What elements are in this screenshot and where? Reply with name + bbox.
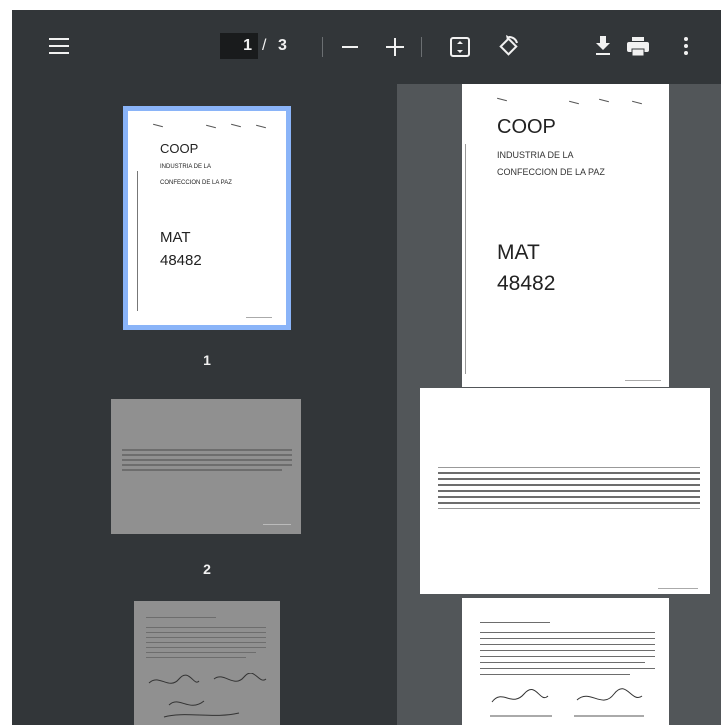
scan-text-line [438, 478, 700, 480]
signature-marks [490, 688, 644, 717]
menu-icon[interactable] [49, 38, 69, 54]
scan-text-line [146, 637, 266, 638]
scan-footer [658, 588, 698, 589]
zoom-out-icon[interactable] [342, 46, 358, 48]
page-separator: / [262, 37, 267, 54]
scan-edge [465, 144, 466, 374]
scan-text-line [146, 617, 216, 618]
scan-edge [137, 171, 138, 311]
line1-text: INDUSTRIA DE LA [497, 150, 574, 160]
thumb-line1-text: INDUSTRIA DE LA [160, 164, 212, 170]
total-pages: 3 [278, 37, 287, 54]
scan-mark [231, 123, 241, 128]
line2-text: CONFECCION DE LA PAZ [497, 167, 605, 177]
thumb-mat-number: 48482 [160, 252, 202, 269]
scan-text-line [438, 490, 700, 492]
coop-text: COOP [497, 116, 556, 138]
fit-to-page-icon[interactable] [450, 37, 470, 62]
rotate-icon[interactable] [498, 35, 520, 62]
document-page-2 [420, 388, 710, 594]
document-viewer: COOP INDUSTRIA DE LA CONFECCION DE LA PA… [397, 84, 721, 725]
scan-text-line [480, 650, 655, 651]
scan-text-line [146, 657, 246, 658]
scan-mark [497, 97, 507, 102]
scan-text-line [146, 652, 256, 653]
scan-text-line [480, 656, 655, 657]
scan-text-line [122, 459, 292, 461]
scan-text-line [146, 642, 266, 643]
scan-text-line [438, 508, 700, 509]
page-number-input[interactable] [220, 33, 258, 59]
toolbar-divider [322, 37, 323, 57]
scan-mark [256, 124, 266, 129]
scan-text-line [122, 469, 282, 471]
thumb-line2-text: CONFECCION DE LA PAZ [160, 180, 232, 186]
scan-footer [246, 317, 272, 318]
scan-text-line [480, 674, 630, 675]
scan-text-line [480, 622, 550, 623]
scan-text-line [146, 632, 266, 633]
scan-text-line [438, 502, 700, 504]
scan-text-line [480, 662, 645, 663]
scan-text-line [438, 496, 700, 498]
signature-marks [148, 673, 267, 718]
scan-mark [153, 123, 163, 128]
pdf-viewer: / 3 [12, 10, 721, 725]
scan-mark [599, 98, 609, 103]
more-options-icon[interactable] [683, 37, 689, 60]
thumbnail-label-1: 1 [203, 352, 211, 368]
scan-mark [206, 124, 216, 129]
scan-text-line [122, 449, 292, 451]
scan-text-line [480, 632, 655, 633]
scan-text-line [146, 627, 266, 628]
thumbnail-page-1[interactable]: COOP INDUSTRIA DE LA CONFECCION DE LA PA… [123, 106, 291, 330]
mat-text: MAT [497, 241, 540, 264]
download-icon[interactable] [594, 36, 612, 61]
thumbnail-page-3[interactable] [134, 601, 280, 725]
scan-footer [263, 524, 291, 525]
toolbar: / 3 [12, 10, 721, 84]
scan-text-line [480, 644, 655, 645]
scan-mark [632, 100, 642, 105]
scan-text-line [480, 668, 655, 669]
scan-text-line [146, 647, 266, 648]
thumb-coop-text: COOP [160, 141, 199, 156]
scan-text-line [438, 467, 700, 468]
scan-text-line [480, 638, 655, 639]
scan-mark [569, 100, 579, 105]
scan-text-line [438, 472, 700, 474]
document-page-1: COOP INDUSTRIA DE LA CONFECCION DE LA PA… [462, 84, 669, 387]
mat-number: 48482 [497, 272, 556, 295]
thumbnail-label-2: 2 [203, 561, 211, 577]
print-icon[interactable] [627, 37, 649, 62]
document-page-3 [462, 598, 669, 725]
thumbnail-sidebar: COOP INDUSTRIA DE LA CONFECCION DE LA PA… [12, 84, 413, 725]
thumbnail-page-2[interactable] [111, 399, 301, 534]
scan-text-line [122, 454, 292, 456]
scan-text-line [438, 484, 700, 486]
toolbar-divider [421, 37, 422, 57]
scan-footer [625, 380, 661, 381]
scan-text-line [122, 464, 292, 466]
thumb-mat-text: MAT [160, 229, 191, 246]
zoom-in-icon[interactable] [386, 38, 404, 56]
